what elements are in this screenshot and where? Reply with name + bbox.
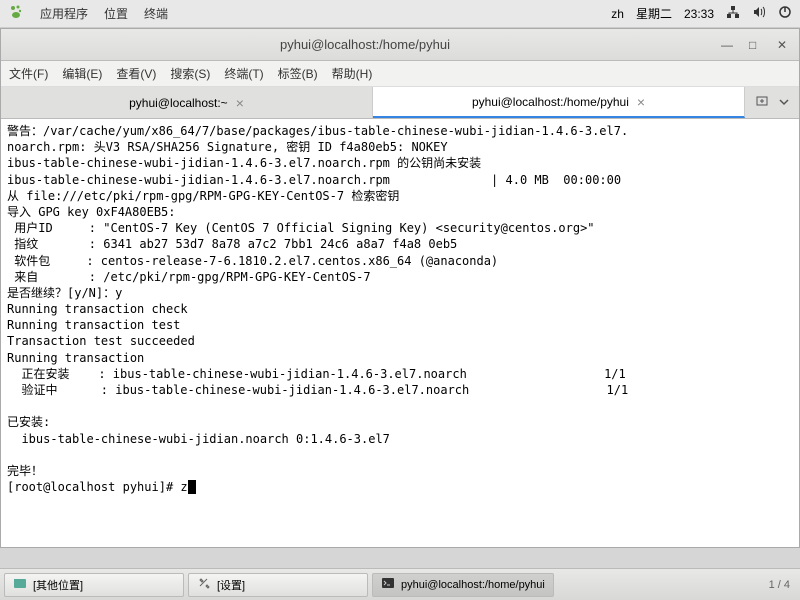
network-icon[interactable] bbox=[726, 5, 740, 22]
tabbar: pyhui@localhost:~ × pyhui@localhost:/hom… bbox=[1, 87, 799, 119]
maximize-button[interactable]: □ bbox=[749, 38, 763, 52]
volume-icon[interactable] bbox=[752, 5, 766, 22]
applications-menu[interactable]: 应用程序 bbox=[40, 5, 88, 22]
bottom-taskbar: [其他位置] [设置] pyhui@localhost:/home/pyhui … bbox=[0, 568, 800, 600]
gnome-foot-icon bbox=[8, 4, 24, 23]
menu-search[interactable]: 搜索(S) bbox=[170, 65, 210, 82]
menu-edit[interactable]: 编辑(E) bbox=[62, 65, 102, 82]
terminal-output[interactable]: 警告：/var/cache/yum/x86_64/7/base/packages… bbox=[1, 119, 799, 547]
clock[interactable]: 23:33 bbox=[684, 7, 714, 21]
terminal-window: pyhui@localhost:/home/pyhui — □ ✕ 文件(F) … bbox=[0, 28, 800, 548]
files-icon bbox=[13, 576, 27, 593]
input-method-indicator[interactable]: zh bbox=[611, 7, 624, 21]
tab-label: pyhui@localhost:/home/pyhui bbox=[472, 95, 629, 109]
minimize-button[interactable]: — bbox=[721, 38, 735, 52]
menu-help[interactable]: 帮助(H) bbox=[332, 65, 373, 82]
menu-terminal[interactable]: 终端(T) bbox=[224, 65, 263, 82]
window-title: pyhui@localhost:/home/pyhui bbox=[9, 37, 721, 52]
task-files[interactable]: [其他位置] bbox=[4, 573, 184, 597]
tab-label: pyhui@localhost:~ bbox=[129, 96, 228, 110]
new-tab-icon[interactable] bbox=[755, 94, 769, 111]
close-icon[interactable]: × bbox=[637, 94, 645, 110]
terminal-menu[interactable]: 终端 bbox=[144, 5, 168, 22]
tab-1[interactable]: pyhui@localhost:/home/pyhui × bbox=[373, 87, 745, 118]
cursor bbox=[188, 480, 196, 494]
settings-icon bbox=[197, 576, 211, 593]
tab-0[interactable]: pyhui@localhost:~ × bbox=[1, 87, 373, 118]
close-button[interactable]: ✕ bbox=[777, 38, 791, 52]
task-settings[interactable]: [设置] bbox=[188, 573, 368, 597]
menu-view[interactable]: 查看(V) bbox=[116, 65, 156, 82]
window-titlebar[interactable]: pyhui@localhost:/home/pyhui — □ ✕ bbox=[1, 29, 799, 61]
workspace-pager[interactable]: 1 / 4 bbox=[769, 579, 796, 591]
places-menu[interactable]: 位置 bbox=[104, 5, 128, 22]
menubar: 文件(F) 编辑(E) 查看(V) 搜索(S) 终端(T) 标签(B) 帮助(H… bbox=[1, 61, 799, 87]
menu-file[interactable]: 文件(F) bbox=[9, 65, 48, 82]
top-panel: 应用程序 位置 终端 zh 星期二 23:33 bbox=[0, 0, 800, 28]
terminal-icon bbox=[381, 576, 395, 593]
power-icon[interactable] bbox=[778, 5, 792, 22]
task-label: [其他位置] bbox=[33, 577, 83, 593]
day-label: 星期二 bbox=[636, 5, 672, 22]
task-label: [设置] bbox=[217, 577, 245, 593]
task-terminal[interactable]: pyhui@localhost:/home/pyhui bbox=[372, 573, 554, 597]
chevron-down-icon[interactable] bbox=[779, 96, 789, 110]
task-label: pyhui@localhost:/home/pyhui bbox=[401, 579, 545, 591]
close-icon[interactable]: × bbox=[236, 95, 244, 111]
menu-tabs[interactable]: 标签(B) bbox=[278, 65, 318, 82]
shell-prompt[interactable]: [root@localhost pyhui]# z bbox=[7, 480, 188, 494]
